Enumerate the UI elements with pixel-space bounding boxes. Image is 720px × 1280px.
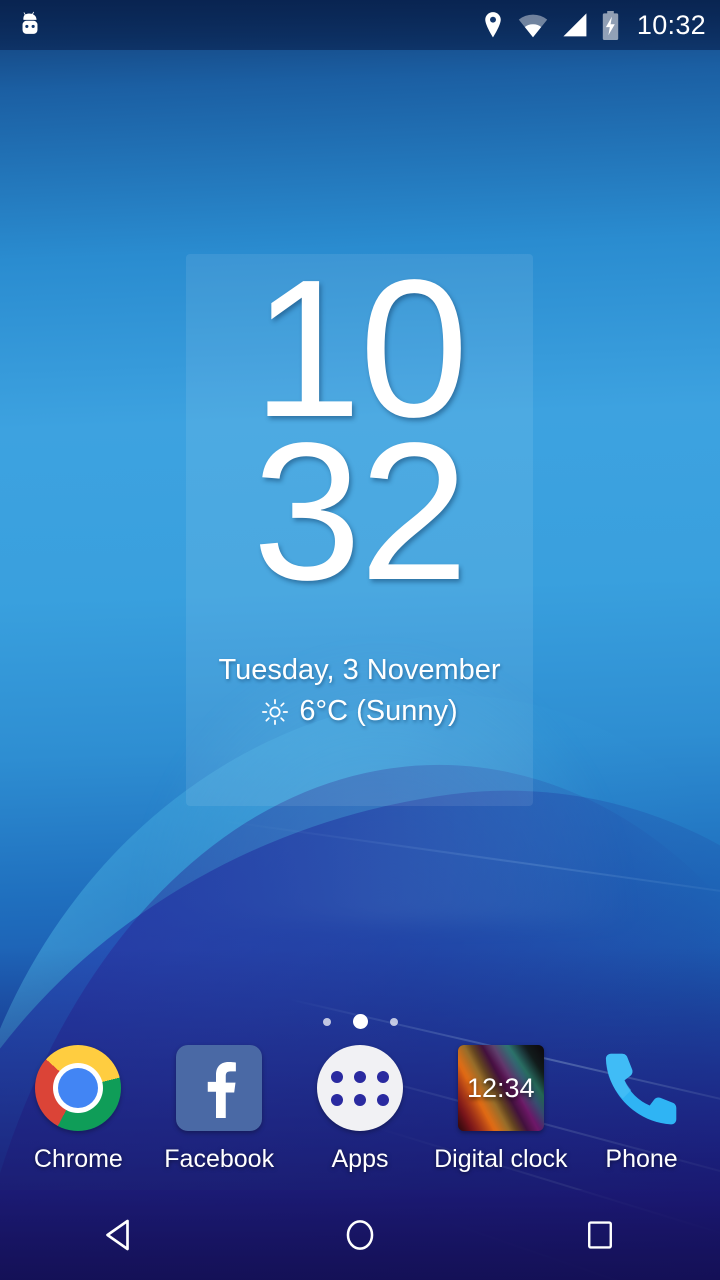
status-bar-clock: 10:32	[636, 9, 706, 40]
status-bar-system-icons: 10:32	[481, 10, 706, 41]
chrome-icon[interactable]	[30, 1040, 126, 1136]
digital-clock-icon[interactable]: 12:34	[453, 1040, 549, 1136]
home-screen: 10:32 10 32 Tuesday, 3 November 6°C (Sun…	[0, 0, 720, 1280]
dock: Chrome Facebook Apps 12:34 Digital clock…	[0, 1040, 720, 1190]
dock-label-phone: Phone	[605, 1145, 678, 1173]
dock-label-apps: Apps	[331, 1145, 389, 1173]
dock-label-digital-clock: Digital clock	[434, 1145, 568, 1173]
widget-time: 10 32	[186, 251, 533, 621]
status-bar-notifications	[16, 11, 44, 39]
dock-item-digital-clock[interactable]: 12:34 Digital clock	[434, 1040, 568, 1174]
widget-weather-text: 6°C (Sunny)	[299, 695, 458, 727]
dock-item-phone[interactable]: Phone	[575, 1040, 709, 1174]
digital-clock-weather-widget[interactable]: 10 32 Tuesday, 3 November 6°C (Sunny)	[186, 251, 533, 806]
widget-weather: 6°C (Sunny)	[186, 695, 533, 728]
location-pin-icon	[481, 11, 505, 39]
widget-date: Tuesday, 3 November	[218, 654, 501, 686]
android-bugdroid-icon	[16, 11, 44, 39]
dock-item-apps[interactable]: Apps	[293, 1040, 427, 1174]
page-indicator	[0, 1014, 720, 1029]
recents-icon[interactable]	[525, 1190, 675, 1280]
phone-handset-icon[interactable]	[594, 1040, 690, 1136]
app-drawer-icon[interactable]	[312, 1040, 408, 1136]
status-bar: 10:32	[0, 0, 720, 50]
dock-item-chrome[interactable]: Chrome	[11, 1040, 145, 1174]
page-dot[interactable]	[389, 1017, 398, 1026]
widget-minute: 32	[252, 401, 468, 621]
dock-label-chrome: Chrome	[33, 1145, 123, 1173]
back-icon[interactable]	[45, 1190, 195, 1280]
page-dot-active[interactable]	[352, 1014, 368, 1029]
cellular-signal-icon	[561, 12, 588, 38]
dock-label-facebook: Facebook	[164, 1145, 275, 1173]
page-dot[interactable]	[322, 1017, 331, 1026]
battery-charging-icon	[601, 10, 620, 40]
facebook-icon[interactable]	[171, 1040, 267, 1136]
wifi-icon	[518, 12, 548, 38]
navigation-bar	[0, 1190, 720, 1280]
dock-item-facebook[interactable]: Facebook	[152, 1040, 286, 1174]
digital-clock-icon-time: 12:34	[466, 1072, 535, 1103]
sun-icon	[261, 698, 289, 726]
home-icon[interactable]	[285, 1190, 435, 1280]
